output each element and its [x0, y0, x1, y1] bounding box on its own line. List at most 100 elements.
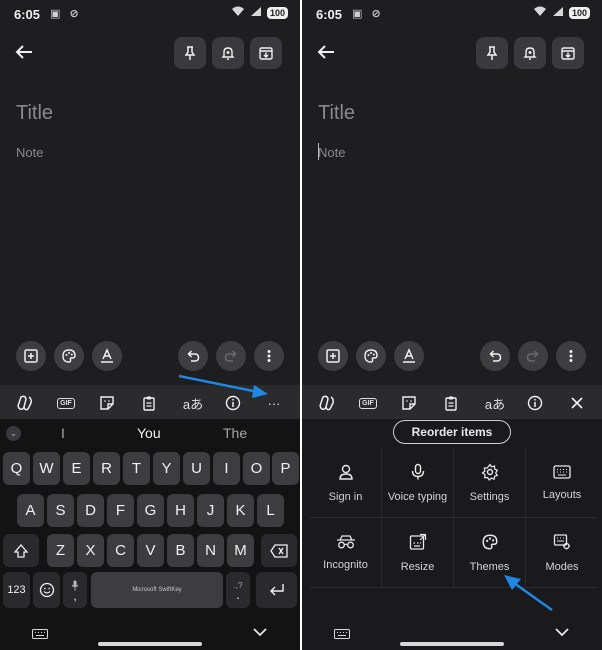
key-a[interactable]: A — [17, 494, 44, 527]
key-q[interactable]: Q — [3, 452, 30, 485]
home-indicator[interactable] — [400, 642, 504, 646]
menu-item-sign-in[interactable]: Sign in — [310, 448, 382, 518]
gif-icon[interactable]: GIF — [358, 393, 378, 413]
note-input[interactable]: Note — [318, 145, 345, 160]
info-icon[interactable] — [223, 393, 243, 413]
suggestion-bar: ⌄ I You The — [0, 421, 300, 447]
translate-icon[interactable]: aあ — [482, 393, 508, 413]
key-y[interactable]: Y — [153, 452, 180, 485]
chevron-down-icon[interactable]: ⌄ — [6, 426, 21, 441]
clipboard-icon[interactable] — [441, 393, 461, 413]
gif-icon[interactable]: GIF — [56, 393, 76, 413]
undo-button[interactable] — [480, 341, 510, 371]
menu-item-layouts[interactable]: Layouts — [526, 448, 598, 518]
key-f[interactable]: F — [107, 494, 134, 527]
keyboard-switch-icon[interactable] — [32, 626, 48, 644]
key-x[interactable]: X — [77, 534, 104, 567]
menu-item-themes[interactable]: Themes — [454, 518, 526, 588]
key-b[interactable]: B — [167, 534, 194, 567]
text-format-button[interactable] — [92, 341, 122, 371]
menu-item-settings[interactable]: Settings — [454, 448, 526, 518]
add-content-button[interactable] — [318, 341, 348, 371]
reminder-button[interactable] — [212, 37, 244, 69]
archive-button[interactable] — [552, 37, 584, 69]
enter-key[interactable] — [256, 572, 297, 608]
redo-button[interactable] — [216, 341, 246, 371]
menu-item-voice-typing[interactable]: Voice typing — [382, 448, 454, 518]
key-g[interactable]: G — [137, 494, 164, 527]
title-input[interactable]: Title — [16, 102, 53, 125]
key-z[interactable]: Z — [47, 534, 74, 567]
archive-button[interactable] — [250, 37, 282, 69]
title-input[interactable]: Title — [318, 102, 355, 125]
sticker-icon[interactable] — [97, 393, 117, 413]
copilot-icon[interactable] — [317, 393, 337, 413]
key-o[interactable]: O — [243, 452, 270, 485]
sticker-icon[interactable] — [399, 393, 419, 413]
pin-icon — [486, 46, 498, 60]
key-j[interactable]: J — [197, 494, 224, 527]
redo-icon — [224, 350, 237, 362]
person-icon — [338, 464, 353, 480]
key-d[interactable]: D — [77, 494, 104, 527]
background-options-button[interactable] — [54, 341, 84, 371]
pin-button[interactable] — [476, 37, 508, 69]
redo-button[interactable] — [518, 341, 548, 371]
suggestion-3[interactable]: The — [223, 425, 247, 441]
key-k[interactable]: K — [227, 494, 254, 527]
back-arrow-icon[interactable] — [314, 40, 338, 64]
suggestion-2[interactable]: You — [137, 425, 161, 441]
key-v[interactable]: V — [137, 534, 164, 567]
menu-item-modes[interactable]: Modes — [526, 518, 598, 588]
add-content-button[interactable] — [16, 341, 46, 371]
shift-key[interactable] — [3, 534, 39, 567]
key-c[interactable]: C — [107, 534, 134, 567]
key-u[interactable]: U — [183, 452, 210, 485]
comma-key[interactable]: , — [63, 572, 87, 608]
numbers-key[interactable]: 123 — [3, 572, 30, 608]
more-options-button[interactable] — [556, 341, 586, 371]
spacebar[interactable]: Microsoft SwiftKey — [91, 572, 223, 608]
close-icon[interactable] — [567, 393, 587, 413]
background-options-button[interactable] — [356, 341, 386, 371]
period-key[interactable]: .,? . — [226, 572, 250, 608]
reminder-button[interactable] — [514, 37, 546, 69]
info-icon[interactable] — [525, 393, 545, 413]
key-e[interactable]: E — [63, 452, 90, 485]
pin-button[interactable] — [174, 37, 206, 69]
backspace-key[interactable] — [261, 534, 297, 567]
key-p[interactable]: P — [272, 452, 299, 485]
back-arrow-icon[interactable] — [12, 40, 36, 64]
status-time: 6:05 — [316, 7, 343, 22]
menu-item-resize[interactable]: Resize — [382, 518, 454, 588]
suggestion-1[interactable]: I — [61, 425, 65, 441]
key-l[interactable]: L — [257, 494, 284, 527]
undo-button[interactable] — [178, 341, 208, 371]
clipboard-icon[interactable] — [139, 393, 159, 413]
hide-keyboard-icon[interactable] — [252, 625, 268, 643]
note-input[interactable]: Note — [16, 145, 43, 160]
emoji-key[interactable] — [33, 572, 60, 608]
key-w[interactable]: W — [33, 452, 60, 485]
home-indicator[interactable] — [98, 642, 202, 646]
key-r[interactable]: R — [93, 452, 120, 485]
text-format-button[interactable] — [394, 341, 424, 371]
more-horiz-icon[interactable]: ··· — [264, 393, 284, 413]
reorder-items-button[interactable]: Reorder items — [393, 420, 511, 444]
hide-keyboard-icon[interactable] — [554, 625, 570, 643]
key-h[interactable]: H — [167, 494, 194, 527]
translate-icon[interactable]: aあ — [180, 393, 206, 413]
key-m[interactable]: M — [227, 534, 254, 567]
copilot-icon[interactable] — [15, 393, 35, 413]
add-box-icon — [24, 349, 38, 363]
key-s[interactable]: S — [47, 494, 74, 527]
notification-icons: ▣ ⊘ — [352, 8, 384, 20]
key-t[interactable]: T — [123, 452, 150, 485]
key-i[interactable]: I — [213, 452, 240, 485]
key-n[interactable]: N — [197, 534, 224, 567]
enter-icon — [269, 584, 284, 596]
keyboard-switch-icon[interactable] — [334, 626, 350, 644]
more-options-button[interactable] — [254, 341, 284, 371]
menu-item-incognito[interactable]: Incognito — [310, 518, 382, 588]
text-format-icon — [403, 348, 415, 363]
